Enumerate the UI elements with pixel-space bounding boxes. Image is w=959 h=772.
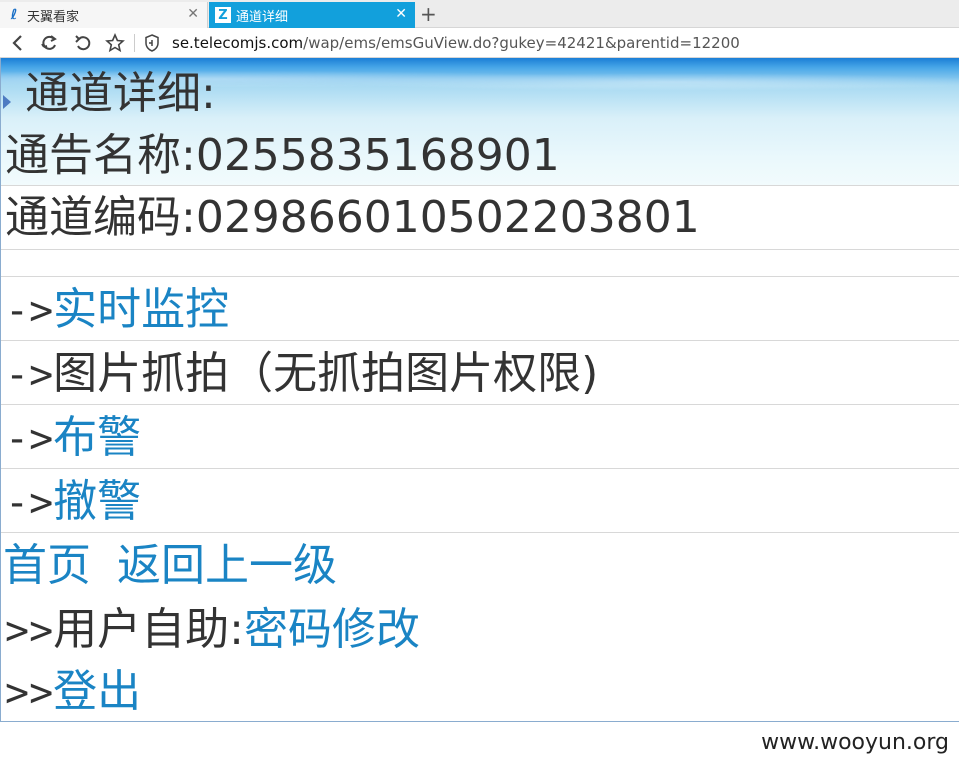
divider xyxy=(1,249,959,250)
url-host: se.telecomjs.com xyxy=(172,34,304,52)
nav-links: 首页 返回上一级 xyxy=(3,540,337,592)
arrow-prefix: -> xyxy=(5,352,54,398)
back-icon[interactable] xyxy=(6,32,28,54)
snapshot-label: 图片抓拍（无抓拍图片权限) xyxy=(53,348,599,399)
tab-channel-detail[interactable]: Z 通道详细 ✕ xyxy=(209,2,415,28)
arrow-prefix: -> xyxy=(5,288,54,334)
undo-icon[interactable] xyxy=(72,32,94,54)
divider xyxy=(1,185,959,186)
page-content: 通道详细: 通告名称:0255835168901 通道编码:0298660105… xyxy=(0,58,959,722)
divider xyxy=(1,468,959,469)
navigation-bar: se.telecomjs.com/wap/ems/emsGuView.do?gu… xyxy=(0,28,959,58)
notice-name: 通告名称:0255835168901 xyxy=(5,130,560,181)
channel-code: 通道编码:029866010502203801 xyxy=(5,192,700,243)
self-help-row: >>用户自助:密码修改 xyxy=(5,604,420,657)
logout-link[interactable]: 登出 xyxy=(53,666,141,717)
z-icon: Z xyxy=(215,7,231,23)
tab-bar: ℓ 天翼看家 ✕ Z 通道详细 ✕ + xyxy=(0,0,959,28)
disarm-link[interactable]: 撤警 xyxy=(53,476,141,527)
triangle-marker-icon xyxy=(3,95,11,109)
tianyi-icon: ℓ xyxy=(10,7,18,23)
divider xyxy=(134,34,135,52)
close-icon[interactable]: ✕ xyxy=(187,6,199,22)
arrow-prefix: -> xyxy=(5,480,54,526)
home-link[interactable]: 首页 xyxy=(3,540,91,591)
divider xyxy=(1,276,959,277)
reload-icon[interactable] xyxy=(38,32,60,54)
close-icon[interactable]: ✕ xyxy=(395,6,407,22)
double-arrow-prefix: >> xyxy=(5,608,54,654)
page-title: 通道详细: xyxy=(25,68,216,119)
watermark: www.wooyun.org xyxy=(761,730,949,755)
menu-item-arm: ->布警 xyxy=(5,412,141,465)
menu-item-snapshot: ->图片抓拍（无抓拍图片权限) xyxy=(5,348,598,401)
tab-tianyi-kanjia[interactable]: ℓ 天翼看家 ✕ xyxy=(0,2,208,28)
back-up-link[interactable]: 返回上一级 xyxy=(117,540,337,591)
divider xyxy=(1,404,959,405)
address-bar[interactable]: se.telecomjs.com/wap/ems/emsGuView.do?gu… xyxy=(172,34,740,52)
divider xyxy=(1,532,959,533)
self-help-label: 用户自助: xyxy=(53,604,244,655)
menu-item-realtime: ->实时监控 xyxy=(5,284,229,337)
arm-link[interactable]: 布警 xyxy=(53,412,141,463)
star-icon[interactable] xyxy=(104,32,126,54)
logout-row: >>登出 xyxy=(5,666,141,719)
password-change-link[interactable]: 密码修改 xyxy=(244,604,420,655)
realtime-monitor-link[interactable]: 实时监控 xyxy=(53,284,229,335)
divider xyxy=(1,340,959,341)
url-path: /wap/ems/emsGuView.do?gukey=42421&parent… xyxy=(303,34,740,52)
tab-label: 通道详细 xyxy=(236,9,289,25)
tab-label: 天翼看家 xyxy=(27,9,80,25)
double-arrow-prefix: >> xyxy=(5,670,54,716)
arrow-prefix: -> xyxy=(5,416,54,462)
menu-item-disarm: ->撤警 xyxy=(5,476,141,529)
shield-icon[interactable] xyxy=(144,34,160,52)
new-tab-plus-icon[interactable]: + xyxy=(420,3,437,25)
